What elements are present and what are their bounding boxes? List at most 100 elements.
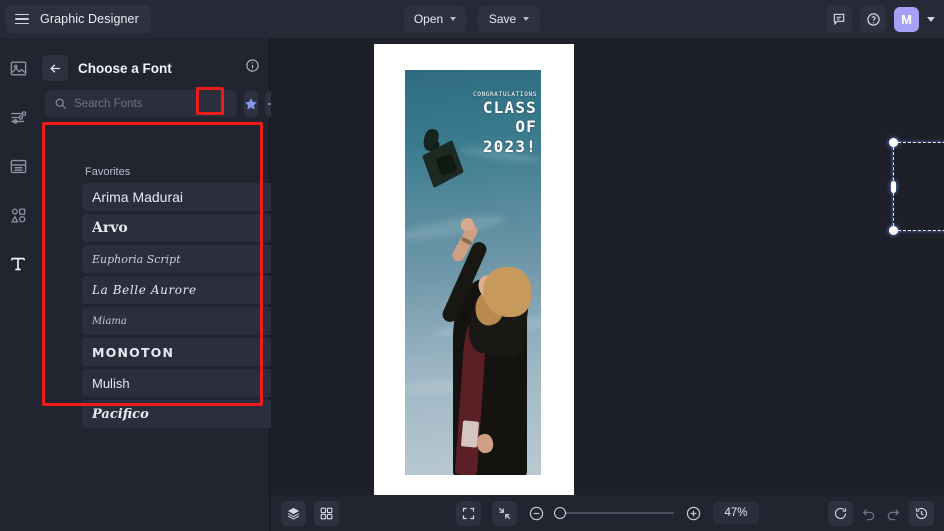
sidebar-item-text[interactable] (6, 252, 30, 276)
list-item[interactable]: Arvo (82, 214, 295, 242)
undo-button[interactable] (861, 505, 877, 521)
list-item[interactable]: Mulish › (82, 369, 295, 397)
shrink-arrows-icon (498, 507, 511, 519)
hair (483, 267, 531, 317)
comment-icon (833, 13, 845, 26)
help-circle-icon (866, 12, 880, 26)
star-icon (245, 97, 257, 109)
search-input[interactable] (74, 97, 228, 110)
artwork-line-year: 2023! (482, 136, 537, 156)
font-name: Mulish (92, 375, 130, 391)
layers-button[interactable] (281, 500, 306, 526)
top-bar: Graphic Designer (0, 0, 944, 38)
font-name: Arima Madurai (92, 189, 184, 205)
bottom-bar-right (828, 500, 934, 526)
font-name: Monoton (92, 344, 175, 360)
bottom-bar-left (281, 500, 339, 526)
raised-hand (461, 218, 474, 231)
image-icon (10, 60, 26, 76)
font-name: La Belle Aurore (92, 283, 197, 297)
plus-circle-icon (686, 506, 701, 520)
open-button[interactable]: Open (404, 6, 466, 32)
canvas-area[interactable]: CONGRATULATIONS CLASS OF 2023! (271, 38, 944, 501)
layout-icon (10, 159, 26, 173)
fit-to-screen-icon (462, 507, 475, 519)
layers-icon (287, 507, 300, 520)
app-menu-button[interactable]: Graphic Designer (6, 5, 151, 33)
sidebar-item-adjustments[interactable] (6, 105, 30, 129)
search-row (36, 90, 279, 117)
list-item[interactable]: La Belle Aurore (82, 276, 295, 304)
list-item[interactable]: Monoton (82, 338, 295, 366)
zoom-in-button[interactable] (685, 505, 702, 522)
bottom-bar: 47% (271, 495, 944, 531)
top-bar-right-actions: M (826, 0, 935, 38)
hamburger-icon[interactable] (15, 13, 29, 25)
avatar[interactable]: M (894, 6, 919, 32)
minus-circle-icon (529, 506, 544, 520)
list-item[interactable]: Pacifico (82, 400, 295, 428)
chevron-down-icon (450, 17, 457, 21)
comment-button[interactable] (826, 6, 852, 32)
sidebar-item-shapes[interactable] (6, 203, 30, 227)
graphic-designer-app: Graphic Designer Open Save M Choose a Fo… (0, 0, 944, 531)
history-button[interactable] (909, 500, 934, 526)
search-icon (55, 98, 66, 109)
artboard-photo[interactable]: CONGRATULATIONS CLASS OF 2023! (405, 70, 541, 475)
page-sheet[interactable]: CONGRATULATIONS CLASS OF 2023! (374, 44, 574, 501)
font-name: Euphoria Script (92, 252, 181, 266)
tool-rail (0, 38, 36, 531)
zoom-slider[interactable] (554, 507, 674, 519)
undo-icon (862, 509, 875, 521)
list-item[interactable]: Arima Madurai › (82, 183, 295, 211)
help-button[interactable] (860, 6, 886, 32)
zoom-level-value[interactable]: 47% (713, 502, 759, 524)
font-name: Miama (92, 315, 127, 327)
history-clock-icon (915, 507, 928, 519)
choose-font-panel: Choose a Font Search Fonts Favorites Ari… (36, 38, 295, 531)
refresh-icon (834, 507, 847, 519)
panel-header: Choose a Font (36, 48, 269, 88)
open-label: Open (413, 12, 444, 26)
page-title: Choose a Font (78, 60, 172, 76)
grid-button[interactable] (314, 500, 339, 526)
chevron-down-icon[interactable] (927, 16, 935, 22)
fit-to-screen-button[interactable] (456, 500, 481, 526)
resize-handle-w[interactable] (891, 180, 896, 193)
favorites-section-label: Favorites (85, 166, 131, 178)
save-button[interactable]: Save (478, 6, 540, 32)
text-t-icon (11, 257, 25, 271)
save-label: Save (488, 12, 517, 26)
resize-handle-nw[interactable] (889, 138, 898, 147)
collapse-view-button[interactable] (492, 500, 517, 526)
info-circle-icon (246, 59, 259, 72)
list-item[interactable]: Miama (82, 307, 295, 335)
sliders-icon (10, 110, 26, 124)
zoom-out-button[interactable] (528, 505, 545, 522)
arrow-left-icon (49, 63, 60, 73)
favorites-filter-button[interactable] (244, 90, 258, 117)
font-name: Arvo (92, 220, 128, 236)
font-list: Favorites Arima Madurai › Arvo Euphoria … (82, 164, 295, 431)
font-name: Pacifico (92, 406, 149, 422)
sidebar-item-layouts[interactable] (6, 154, 30, 178)
list-item[interactable]: Euphoria Script (82, 245, 295, 273)
graduate-figure (435, 218, 541, 475)
sidebar-item-images[interactable] (6, 56, 30, 80)
redo-button[interactable] (885, 505, 901, 521)
grid-icon (320, 507, 333, 519)
info-button[interactable] (245, 58, 260, 78)
shapes-icon (10, 208, 25, 222)
back-button[interactable] (42, 55, 68, 81)
artwork-line-class-of: CLASS OF (482, 98, 537, 136)
refresh-button[interactable] (828, 500, 853, 526)
graduation-cap (421, 127, 468, 189)
app-title: Graphic Designer (40, 12, 139, 26)
zoom-slider-track[interactable] (554, 507, 674, 519)
selection-bounding-box[interactable] (889, 138, 944, 235)
zoom-slider-knob[interactable] (554, 507, 566, 519)
redo-icon (887, 509, 900, 521)
resize-handle-sw[interactable] (889, 226, 898, 235)
artwork-text-block[interactable]: CONGRATULATIONS CLASS OF 2023! (467, 91, 537, 157)
search-fonts-field[interactable] (45, 90, 237, 117)
